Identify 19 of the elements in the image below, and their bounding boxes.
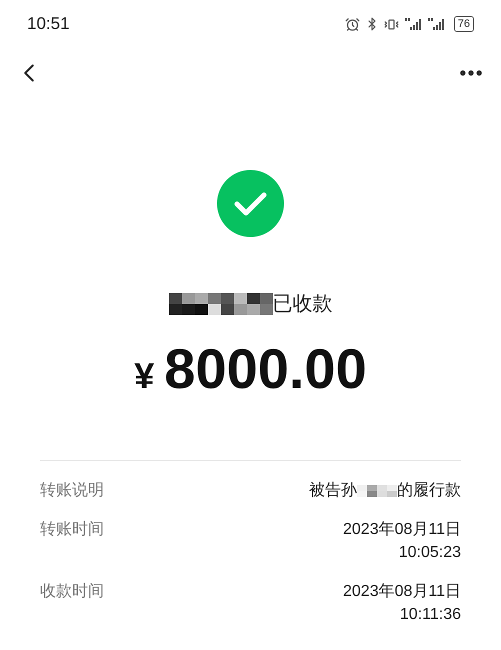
amount-value: 8000.00	[164, 337, 367, 401]
detail-value: 2023年08月11日	[343, 582, 461, 602]
payment-status: 已收款	[272, 292, 332, 317]
detail-label: 收款时间	[40, 582, 104, 602]
alarm-icon	[344, 16, 360, 32]
vibrate-icon	[384, 16, 399, 32]
detail-value: 被告孙	[309, 480, 357, 501]
success-check-icon	[217, 170, 284, 237]
signal-icon	[404, 17, 422, 31]
detail-value: 10:05:23	[398, 543, 461, 563]
battery-level: 76	[454, 16, 474, 32]
detail-label: 转账时间	[40, 520, 104, 540]
detail-value: 的履行款	[397, 481, 461, 501]
detail-label: 转账说明	[40, 481, 104, 501]
detail-value: 10:11:36	[400, 605, 461, 625]
currency-symbol: ¥	[134, 354, 154, 398]
status-time: 10:51	[27, 13, 70, 36]
detail-value: 2023年08月11日	[343, 520, 461, 540]
signal-icon	[426, 17, 445, 31]
